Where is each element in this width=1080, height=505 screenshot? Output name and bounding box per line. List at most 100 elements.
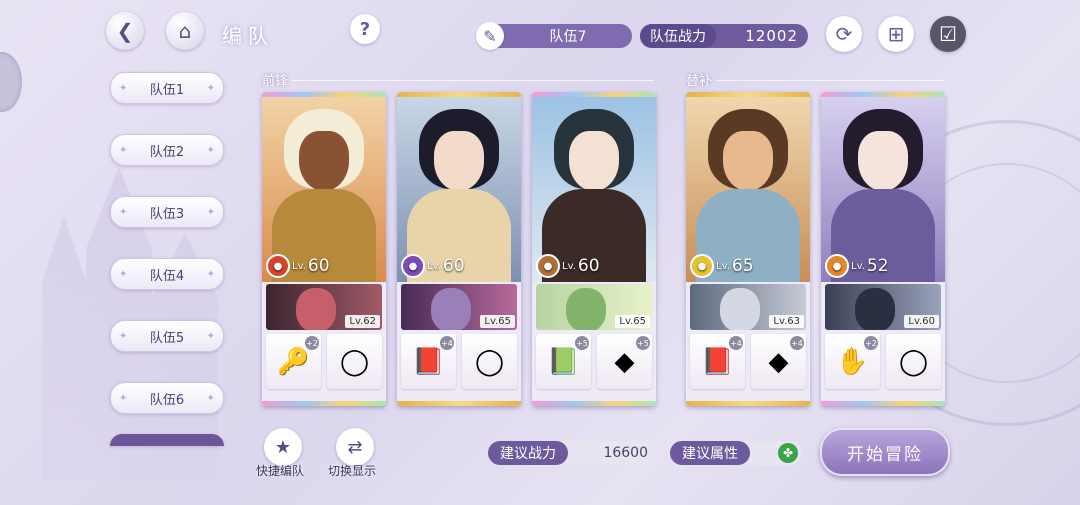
- equipment-slots: 📕 +4 ◯: [397, 330, 521, 389]
- equipment-slot[interactable]: ◯: [462, 334, 517, 389]
- confirm-button[interactable]: ☑: [930, 16, 966, 52]
- character-card[interactable]: ● Lv. 60 Lv.65 📗 +5 ◆ +5: [532, 92, 656, 406]
- character-level: ● Lv. 60: [401, 254, 465, 278]
- ring-icon: ◯: [898, 346, 929, 377]
- support-card[interactable]: Lv.60: [825, 284, 941, 330]
- character-card[interactable]: ● Lv. 65 Lv.63 📕 +4 ◆ +4: [686, 92, 810, 406]
- quick-form-label: 快捷编队: [256, 464, 305, 478]
- ring-icon: ◯: [339, 346, 370, 377]
- equipment-slot[interactable]: ◆ +4: [751, 334, 806, 389]
- help-button[interactable]: ?: [350, 14, 380, 44]
- character-portrait[interactable]: ● Lv. 52: [821, 97, 945, 282]
- book-icon: 📕: [412, 346, 445, 377]
- enhance-badge: +4: [790, 336, 804, 350]
- team-power-label: 队伍战力: [640, 24, 716, 48]
- team-tab-5[interactable]: 队伍5: [110, 320, 224, 352]
- enhance-badge: +2: [864, 336, 878, 350]
- back-button[interactable]: ❮: [106, 12, 144, 50]
- team-tab-4[interactable]: 队伍4: [110, 258, 224, 290]
- support-level: Lv.63: [769, 315, 804, 328]
- refresh-button[interactable]: ⟳: [826, 16, 862, 52]
- team-tab-2[interactable]: 队伍2: [110, 134, 224, 166]
- lv-prefix: Lv.: [851, 260, 865, 272]
- suggested-power-value: 16600: [603, 445, 648, 461]
- support-card[interactable]: Lv.65: [536, 284, 652, 330]
- equipment-slot[interactable]: 📕 +4: [401, 334, 456, 389]
- element-icon: ●: [536, 254, 560, 278]
- character-portrait[interactable]: ● Lv. 60: [532, 97, 656, 282]
- level-value: 60: [307, 256, 330, 276]
- front-section-label: 前锋: [262, 74, 289, 89]
- equipment-slot[interactable]: 🔑 +2: [266, 334, 321, 389]
- portrait-face: [858, 131, 908, 191]
- character-card[interactable]: ● Lv. 60 Lv.62 🔑 +2 ◯: [262, 92, 386, 406]
- equipment-slot[interactable]: ◯: [327, 334, 382, 389]
- book-icon: 📕: [701, 346, 734, 377]
- refresh-icon: ⟳: [835, 22, 853, 46]
- element-icon: ●: [690, 254, 714, 278]
- feather-edit-icon[interactable]: ✎: [476, 22, 504, 50]
- switch-display-button[interactable]: ⇄: [336, 428, 374, 466]
- team-power-value: 12002: [745, 27, 798, 45]
- level-value: 60: [442, 256, 465, 276]
- support-card[interactable]: Lv.63: [690, 284, 806, 330]
- side-drawer-handle[interactable]: [0, 52, 22, 112]
- support-card[interactable]: Lv.65: [401, 284, 517, 330]
- card-frame-bottom: [532, 401, 656, 406]
- book-icon: 📗: [547, 346, 580, 377]
- character-card[interactable]: ● Lv. 60 Lv.65 📕 +4 ◯: [397, 92, 521, 406]
- team-tab-6[interactable]: 队伍6: [110, 382, 224, 414]
- support-card[interactable]: Lv.62: [266, 284, 382, 330]
- portrait-face: [723, 131, 773, 191]
- team-tab-7-selected[interactable]: [110, 434, 224, 446]
- equipment-slot[interactable]: 📕 +4: [690, 334, 745, 389]
- quick-form-button[interactable]: ★: [264, 428, 302, 466]
- equipment-slots: 🔑 +2 ◯: [262, 330, 386, 389]
- equipment-slot[interactable]: ✋ +2: [825, 334, 880, 389]
- key-icon: 🔑: [277, 346, 310, 377]
- gem-icon: ◆: [614, 346, 635, 377]
- card-frame-bottom: [397, 401, 521, 406]
- start-adventure-button[interactable]: 开始冒险: [820, 428, 950, 476]
- checklist-icon: ☑: [939, 22, 957, 46]
- support-portrait: [855, 288, 895, 330]
- enhance-badge: +4: [440, 336, 454, 350]
- card-frame-bottom: [686, 401, 810, 406]
- support-level: Lv.65: [615, 315, 650, 328]
- card-frame-bottom: [262, 401, 386, 406]
- equipment-slots: ✋ +2 ◯: [821, 330, 945, 389]
- enhance-badge: +5: [636, 336, 650, 350]
- character-portrait[interactable]: ● Lv. 60: [262, 97, 386, 282]
- equipment-slots: 📗 +5 ◆ +5: [532, 330, 656, 389]
- suggested-attr-label: 建议属性: [670, 441, 750, 465]
- character-portrait[interactable]: ● Lv. 60: [397, 97, 521, 282]
- team-power-display: 队伍战力 12002: [640, 24, 808, 48]
- element-icon: ●: [825, 254, 849, 278]
- level-value: 60: [577, 256, 600, 276]
- equipment-slot[interactable]: ◯: [886, 334, 941, 389]
- equipment-slot[interactable]: ◆ +5: [597, 334, 652, 389]
- front-section-line: [292, 80, 654, 81]
- character-portrait[interactable]: ● Lv. 65: [686, 97, 810, 282]
- level-value: 65: [731, 256, 754, 276]
- portrait-face: [569, 131, 619, 191]
- home-button[interactable]: ⌂: [166, 12, 204, 50]
- element-icon: ●: [401, 254, 425, 278]
- lv-prefix: Lv.: [562, 260, 576, 272]
- sub-section-label: 替补: [686, 74, 713, 89]
- glove-icon: ✋: [836, 346, 869, 377]
- team-name-field[interactable]: ✎ 队伍7: [476, 22, 632, 50]
- equipment-slot[interactable]: 📗 +5: [536, 334, 591, 389]
- card-frame-bottom: [821, 401, 945, 406]
- team-tab-3[interactable]: 队伍3: [110, 196, 224, 228]
- character-level: ● Lv. 60: [536, 254, 600, 278]
- support-portrait: [720, 288, 760, 330]
- team-tab-1[interactable]: 队伍1: [110, 72, 224, 104]
- support-portrait: [431, 288, 471, 330]
- lv-prefix: Lv.: [427, 260, 441, 272]
- character-level: ● Lv. 65: [690, 254, 754, 278]
- swap-arrows-icon: ⇄: [347, 436, 363, 458]
- support-portrait: [296, 288, 336, 330]
- character-card[interactable]: ● Lv. 52 Lv.60 ✋ +2 ◯: [821, 92, 945, 406]
- add-team-button[interactable]: ⊞: [878, 16, 914, 52]
